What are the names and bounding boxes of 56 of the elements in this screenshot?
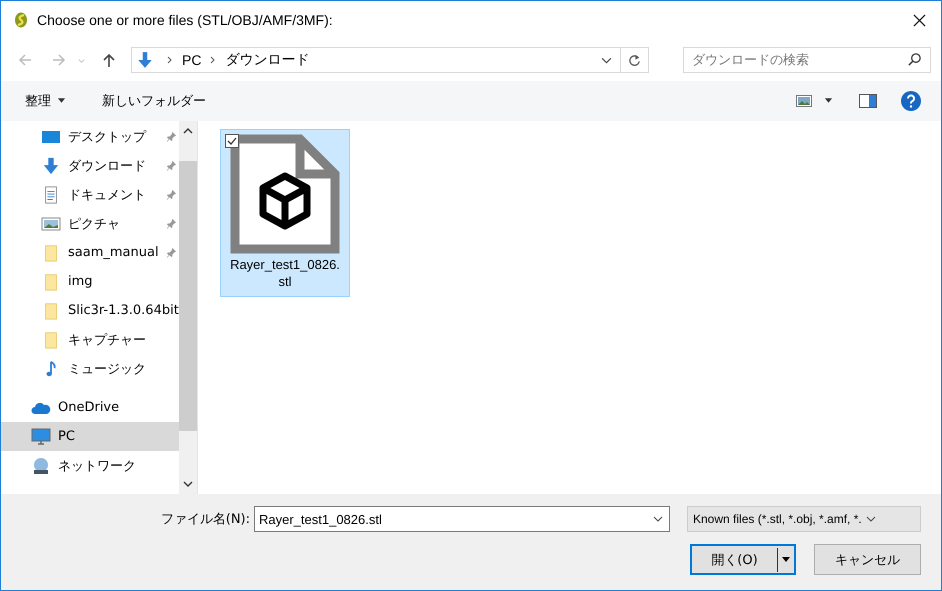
- 3d-file-icon: [230, 134, 340, 254]
- pin-icon[interactable]: [166, 131, 177, 142]
- sidebar-item[interactable]: キャプチャー: [1, 325, 179, 354]
- pin-icon[interactable]: [166, 218, 177, 229]
- picture-icon: [41, 214, 61, 232]
- sidebar-item[interactable]: img: [1, 267, 179, 296]
- scroll-up-icon[interactable]: [183, 128, 193, 134]
- checkbox[interactable]: [225, 134, 239, 148]
- caret-icon: [57, 98, 66, 104]
- scroll-down-icon[interactable]: [183, 481, 193, 487]
- download-arrow-icon: [41, 156, 61, 174]
- search-icon: [907, 52, 922, 67]
- sidebar-item[interactable]: ドキュメント: [1, 180, 179, 209]
- up-arrow-icon[interactable]: [101, 52, 117, 68]
- dropdown-caret-icon[interactable]: [653, 516, 663, 522]
- sidebar-item[interactable]: ネットワーク: [1, 451, 179, 480]
- file-name-label: ファイル名(N):: [160, 511, 250, 528]
- scrollbar[interactable]: [179, 121, 197, 494]
- network-icon: [31, 456, 51, 474]
- help-icon[interactable]: [901, 91, 921, 111]
- close-icon[interactable]: [913, 14, 926, 26]
- sidebar-item[interactable]: saam_manual: [1, 238, 179, 267]
- new-folder-button[interactable]: 新しいフォルダー: [90, 88, 218, 114]
- sidebar-item[interactable]: PC: [1, 422, 179, 451]
- dropdown-caret-icon: [866, 516, 876, 522]
- sidebar-item[interactable]: ピクチャ: [1, 209, 179, 238]
- file-name: Rayer_test1_0826.stl: [229, 256, 341, 290]
- view-picture-icon[interactable]: [796, 95, 812, 107]
- sidebar-item[interactable]: ダウンロード: [1, 151, 179, 180]
- download-arrow-icon: [136, 51, 154, 69]
- breadcrumb-segment[interactable]: PC: [182, 52, 202, 68]
- chevron-icon: [209, 56, 218, 64]
- open-button[interactable]: 開く(O): [690, 544, 796, 575]
- pin-icon[interactable]: [166, 160, 177, 171]
- refresh-icon[interactable]: [627, 52, 642, 68]
- caret-icon[interactable]: [781, 556, 791, 562]
- file-name-field[interactable]: Rayer_test1_0826.stl: [254, 506, 670, 532]
- preview-pane-icon[interactable]: [859, 94, 877, 108]
- pin-icon[interactable]: [166, 189, 177, 200]
- organize-menu[interactable]: 整理: [13, 88, 78, 114]
- view-caret-icon[interactable]: [824, 98, 833, 104]
- file-type-dropdown[interactable]: Known files (*.stl, *.obj, *.amf, *.: [687, 506, 921, 532]
- window-title: Choose one or more files (STL/OBJ/AMF/3MF):: [37, 12, 333, 28]
- chevron-icon: [166, 56, 174, 64]
- computer-icon: [31, 428, 51, 446]
- sidebar-item[interactable]: OneDrive: [1, 393, 179, 422]
- cancel-button[interactable]: キャンセル: [814, 544, 921, 575]
- sidebar-item[interactable]: デスクトップ: [1, 122, 179, 151]
- app-logo-icon: [13, 12, 29, 28]
- address-bar[interactable]: PC ダウンロード: [131, 47, 649, 73]
- pin-icon[interactable]: [166, 247, 177, 258]
- search-field[interactable]: ダウンロードの検索: [683, 47, 931, 73]
- breadcrumb-segment[interactable]: ダウンロード: [225, 51, 310, 69]
- file-item[interactable]: Rayer_test1_0826.stl: [220, 129, 350, 297]
- sidebar-item[interactable]: Slic3r-1.3.0.64bit: [1, 296, 179, 325]
- sidebar-item[interactable]: ミュージック: [1, 354, 179, 383]
